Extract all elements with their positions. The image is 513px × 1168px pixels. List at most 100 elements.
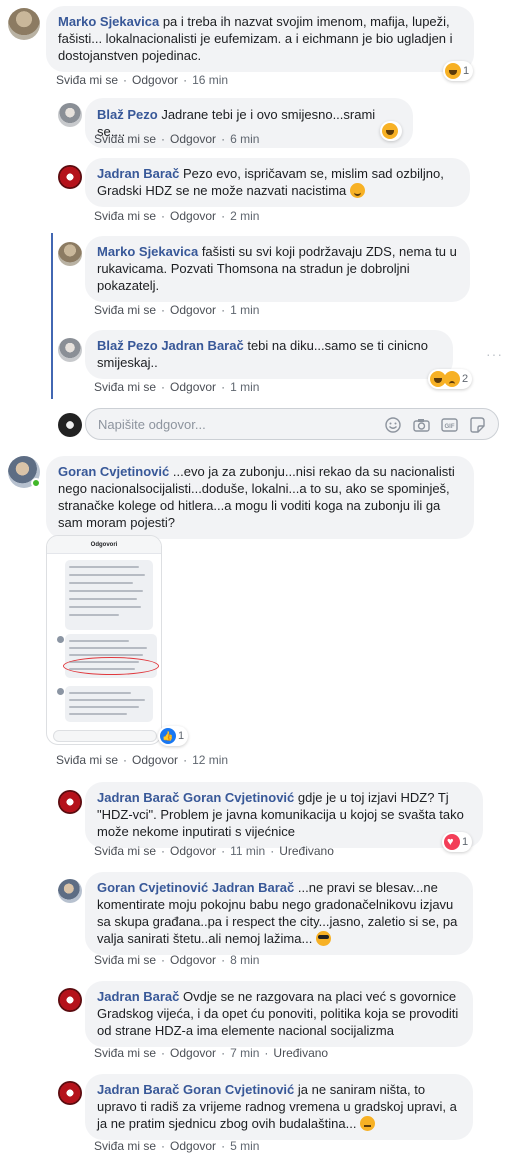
attachment-highlight-oval: [63, 657, 159, 675]
reaction-count[interactable]: 1: [443, 61, 474, 81]
reply-link[interactable]: Odgovor: [170, 209, 216, 223]
comment-bubble: Jadran Barač Goran Cvjetinović ja ne san…: [85, 1074, 473, 1140]
comment-author[interactable]: Goran Cvjetinović: [58, 464, 169, 479]
like-link[interactable]: Sviđa mi se: [94, 1139, 156, 1153]
comment-meta: Sviđa mi se · Odgovor · 8 min: [94, 953, 260, 967]
avatar[interactable]: [58, 988, 82, 1012]
comment-author[interactable]: Blaž Pezo: [97, 338, 158, 353]
comment-image-attachment[interactable]: Odgovori: [46, 535, 162, 745]
attachment-header: Odgovori: [47, 536, 161, 554]
comment-meta: Sviđa mi se · Odgovor · 1 min: [94, 380, 260, 394]
reply-link[interactable]: Odgovor: [170, 1139, 216, 1153]
timestamp[interactable]: 6 min: [230, 132, 259, 146]
attachment-line: [69, 640, 129, 642]
unamused-emoji-icon: [360, 1116, 376, 1131]
emoji-icon[interactable]: [384, 416, 402, 434]
love-icon: [444, 834, 460, 850]
avatar[interactable]: [58, 242, 82, 266]
haha-icon: [445, 63, 461, 79]
reply-link[interactable]: Odgovor: [132, 73, 178, 87]
reply-link[interactable]: Odgovor: [132, 753, 178, 767]
edited-link[interactable]: Uređivano: [279, 844, 334, 858]
timestamp[interactable]: 7 min: [230, 1046, 259, 1060]
attachment-line: [69, 566, 139, 568]
comment-author[interactable]: Jadran Barač: [97, 790, 179, 805]
sad-icon: [444, 371, 460, 387]
comment-author[interactable]: Jadran Barač: [97, 166, 179, 181]
reply-link[interactable]: Odgovor: [170, 953, 216, 967]
current-user-avatar: [58, 413, 82, 437]
like-link[interactable]: Sviđa mi se: [94, 303, 156, 317]
comment-author[interactable]: Goran Cvjetinović: [97, 880, 208, 895]
mention-link[interactable]: Jadran Barač: [161, 338, 243, 353]
reaction-count[interactable]: 1: [442, 832, 473, 852]
edited-link[interactable]: Uređivano: [273, 1046, 328, 1060]
thread-highlight-line: [51, 233, 53, 399]
sticker-icon[interactable]: [468, 416, 486, 434]
comment-meta: Sviđa mi se · Odgovor · 1 min: [94, 303, 260, 317]
comment-author[interactable]: Jadran Barač: [97, 989, 179, 1004]
attachment-line: [69, 606, 141, 608]
reaction-count[interactable]: 1: [158, 726, 189, 746]
avatar[interactable]: [58, 338, 82, 362]
reaction-count[interactable]: 2: [428, 369, 473, 389]
comment-bubble: Blaž Pezo Jadran Barač tebi na diku...sa…: [85, 330, 453, 379]
like-link[interactable]: Sviđa mi se: [94, 209, 156, 223]
comment-meta: Sviđa mi se · Odgovor · 5 min: [94, 1139, 260, 1153]
attachment-line: [69, 582, 133, 584]
reply-link[interactable]: Odgovor: [170, 132, 216, 146]
like-link[interactable]: Sviđa mi se: [94, 132, 156, 146]
gif-icon[interactable]: GIF: [440, 416, 458, 434]
mention-link[interactable]: Goran Cvjetinović: [183, 1082, 294, 1097]
comment-meta: Sviđa mi se · Odgovor · 12 min: [56, 753, 229, 767]
attachment-line: [69, 692, 131, 694]
like-link[interactable]: Sviđa mi se: [56, 753, 118, 767]
timestamp[interactable]: 1 min: [230, 303, 259, 317]
avatar[interactable]: [58, 879, 82, 903]
comment-author[interactable]: Jadran Barač: [97, 1082, 179, 1097]
timestamp[interactable]: 2 min: [230, 209, 259, 223]
reply-link[interactable]: Odgovor: [170, 303, 216, 317]
comment-author[interactable]: Marko Sjekavica: [97, 244, 198, 259]
like-link[interactable]: Sviđa mi se: [94, 380, 156, 394]
attachment-avatar: [57, 688, 64, 695]
reaction-count[interactable]: [380, 121, 402, 141]
timestamp[interactable]: 8 min: [230, 953, 259, 967]
reply-link[interactable]: Odgovor: [170, 844, 216, 858]
avatar[interactable]: [58, 790, 82, 814]
comment-bubble: Jadran Barač Goran Cvjetinović gdje je u…: [85, 782, 483, 848]
timestamp[interactable]: 12 min: [192, 753, 228, 767]
attachment-line: [69, 647, 147, 649]
mention-link[interactable]: Jadran Barač: [212, 880, 294, 895]
comment-bubble: Goran Cvjetinović Jadran Barač ...ne pra…: [85, 872, 473, 955]
like-link[interactable]: Sviđa mi se: [94, 1046, 156, 1060]
camera-icon[interactable]: [412, 416, 430, 434]
avatar[interactable]: [58, 165, 82, 189]
like-link[interactable]: Sviđa mi se: [94, 953, 156, 967]
comment-meta: Sviđa mi se · Odgovor · 6 min: [94, 132, 260, 146]
avatar[interactable]: [58, 103, 82, 127]
timestamp[interactable]: 5 min: [230, 1139, 259, 1153]
reply-input[interactable]: [98, 409, 358, 439]
like-link[interactable]: Sviđa mi se: [94, 844, 156, 858]
reply-link[interactable]: Odgovor: [170, 380, 216, 394]
comment-author[interactable]: Marko Sjekavica: [58, 14, 159, 29]
attachment-line: [69, 590, 143, 592]
timestamp[interactable]: 16 min: [192, 73, 228, 87]
reply-link[interactable]: Odgovor: [170, 1046, 216, 1060]
comment-bubble: Goran Cvjetinović ...evo ja za zubonju..…: [46, 456, 474, 539]
timestamp[interactable]: 11 min: [230, 844, 265, 858]
comment-bubble: Jadran Barač Ovdje se ne razgovara na pl…: [85, 981, 473, 1047]
attachment-avatar: [57, 636, 64, 643]
more-options-icon[interactable]: ···: [486, 346, 503, 362]
like-link[interactable]: Sviđa mi se: [56, 73, 118, 87]
avatar[interactable]: [58, 1081, 82, 1105]
comment-author[interactable]: Blaž Pezo: [97, 107, 158, 122]
attachment-line: [69, 614, 119, 616]
comment-meta: Sviđa mi se · Odgovor · 2 min: [94, 209, 260, 223]
smile-emoji-icon: [349, 183, 365, 198]
mention-link[interactable]: Goran Cvjetinović: [183, 790, 294, 805]
timestamp[interactable]: 1 min: [230, 380, 259, 394]
reply-input-box[interactable]: GIF: [85, 408, 499, 440]
avatar[interactable]: [8, 8, 40, 40]
